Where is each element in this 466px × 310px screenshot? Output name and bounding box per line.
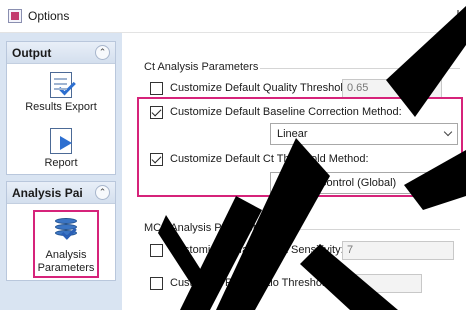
- nav-group-title: Analysis Pai: [12, 186, 83, 200]
- nav-group-title: Output: [12, 46, 52, 60]
- options-nav-panel: Output ⌃ Results Export Report Analysis …: [0, 33, 122, 310]
- quality-threshold-label: Customize Default Quality Threshold:: [170, 82, 352, 94]
- quality-threshold-row: Customize Default Quality Threshold: 0.6…: [150, 79, 460, 98]
- peak-ratio-field[interactable]: 0.8: [342, 274, 422, 293]
- quality-threshold-field[interactable]: 0.65: [342, 79, 442, 98]
- nav-group-header-analysis[interactable]: Analysis Pai ⌃: [7, 182, 115, 204]
- nav-group-analysis: Analysis Pai ⌃ Analysis Parameters: [6, 181, 116, 281]
- nav-group-output: Output ⌃ Results Export Report: [6, 41, 116, 175]
- peak-sensitivity-row: Customize Default Peak Sensitivity: 7: [150, 241, 460, 260]
- highlight-box: [137, 97, 463, 197]
- peak-sensitivity-label: Customize Default Peak Sensitivity:: [170, 244, 344, 256]
- section-title-ct: Ct Analysis Parameters: [144, 61, 259, 73]
- quality-threshold-checkbox[interactable]: [150, 82, 163, 95]
- close-button-edge[interactable]: [457, 10, 459, 20]
- peak-sensitivity-field[interactable]: 7: [342, 241, 454, 260]
- results-export-icon: [50, 72, 76, 98]
- peak-ratio-row: Customize Peak Ratio Threshold: 0.8: [150, 274, 460, 293]
- peak-ratio-label: Customize Peak Ratio Threshold:: [170, 277, 334, 289]
- options-window: Options Output ⌃ Results Export Report A…: [0, 0, 466, 310]
- peak-ratio-checkbox[interactable]: [150, 277, 163, 290]
- app-icon: [8, 9, 22, 23]
- nav-item-results-export[interactable]: Results Export: [7, 72, 115, 126]
- collapse-chevron-icon[interactable]: ⌃: [95, 45, 110, 60]
- nav-item-label: Analysis Parameters: [37, 249, 95, 274]
- report-icon: [50, 128, 72, 154]
- section-divider: [272, 229, 460, 230]
- analysis-parameters-icon: [53, 216, 79, 246]
- title-bar: Options: [0, 0, 466, 33]
- section-divider: [260, 68, 460, 69]
- peak-sensitivity-checkbox[interactable]: [150, 244, 163, 257]
- nav-item-label: Results Export: [25, 101, 97, 113]
- nav-item-report[interactable]: Report: [7, 128, 115, 174]
- nav-group-header-output[interactable]: Output ⌃: [7, 42, 115, 64]
- collapse-chevron-icon[interactable]: ⌃: [95, 185, 110, 200]
- window-title: Options: [28, 9, 70, 23]
- section-title-mca: MCA Analysis Parameters: [144, 222, 272, 234]
- nav-item-label: Report: [44, 157, 78, 169]
- nav-item-analysis-parameters[interactable]: Analysis Parameters: [33, 210, 99, 278]
